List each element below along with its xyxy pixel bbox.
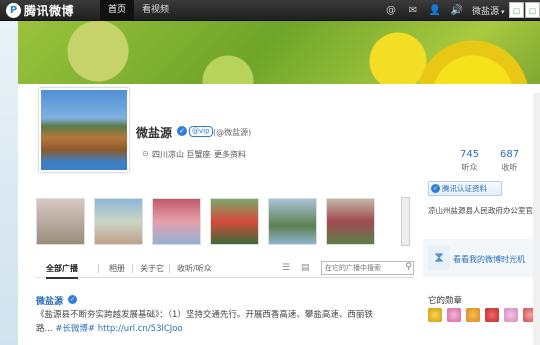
tab-all-broadcasts[interactable]: 全部广播 [46,263,78,279]
verified-icon: ✓ [431,184,440,193]
listeners-label: 听众 [461,163,478,172]
long-weibo-tag[interactable]: #长微博# [55,324,95,334]
tab-album[interactable]: 相册 [109,263,125,274]
tab-listen[interactable]: 收听/听众 [177,263,212,274]
tab-divider [169,264,170,273]
listeners-stat[interactable]: 745 听众 [460,149,479,173]
tab-divider [132,264,133,273]
side-tabs: ▢ ▢ [508,2,540,18]
photo-thumbnail[interactable] [94,198,143,245]
feed-search: ⚲ [321,261,414,275]
timeline-machine-link[interactable]: 看看我的微博时光机 [453,254,525,265]
post-text-prefix: 路... [36,324,53,334]
tab-divider [98,264,99,273]
certification-button[interactable]: ✓ 腾讯认证资料 [428,181,502,196]
tab-about[interactable]: 关于它 [140,263,164,274]
vip-badge[interactable]: @vip [189,126,213,137]
location-icon: ⊙ [142,149,149,158]
photo-thumbnail[interactable] [326,198,375,245]
photo-thumbnail[interactable] [210,198,259,245]
page-scrollbar[interactable] [533,93,540,345]
listening-stat[interactable]: 687 收听 [500,149,519,173]
list-view-icon[interactable]: ☰ [282,263,290,273]
profile-handle: (@微盐源) [213,128,252,137]
timeline-machine-box: ⧗ 看看我的微博时光机 [423,239,540,277]
post-text-line: 《盐源县不断夯实跨越发展基础》：（1）坚持交通先行。开展西香高速、攀盐高速、西丽… [36,310,373,320]
profile-location: 四川凉山 巨蟹座 [152,150,211,159]
medals-list [428,308,540,322]
collapse-icon[interactable]: ▢ [525,2,540,18]
mention-icon[interactable]: @ [380,0,402,21]
user-menu[interactable]: 微盐源 [472,4,505,17]
medal-icon[interactable] [447,308,461,322]
hourglass-icon: ⧗ [428,246,450,270]
right-sidebar: ✓ 腾讯认证资料 凉山州盐源县人民政府办公室官方 ⧗ 看看我的微博时光机 它的勋… [423,177,540,345]
feed-tabs: 全部广播 相册 关于它 收听/听众 ☰ ▤ ⚲ [36,259,414,279]
medals-title: 它的勋章 [428,296,463,306]
mail-icon[interactable]: ✉ [402,0,424,21]
photo-thumbnail[interactable] [152,198,201,245]
more-info-link[interactable]: 更多资料 [214,149,246,160]
search-icon[interactable]: ⚲ [405,262,412,272]
main-nav: 首页 看视频 [100,0,177,21]
photo-thumbnail[interactable] [36,198,85,245]
nav-home[interactable]: 首页 [100,0,135,21]
feed-search-input[interactable] [322,262,400,274]
sound-icon[interactable]: 🔊 [446,0,468,21]
medal-icon[interactable] [504,308,518,322]
medal-icon[interactable] [485,308,499,322]
listening-label: 收听 [501,163,518,172]
profile-name[interactable]: 微盐源 [136,124,172,141]
tencent-weibo-logo[interactable]: P 腾讯微博 [6,2,74,19]
brand-name: 腾讯微博 [24,4,75,18]
left-decorative-strip [0,21,18,345]
profile-header: 微盐源 ✓ @vip (@微盐源) ⊙ 四川凉山 巨蟹座 更多资料 745 听众… [18,84,540,176]
medal-icon[interactable] [466,308,480,322]
nav-video[interactable]: 看视频 [134,0,177,21]
post-author[interactable]: 微盐源 [36,294,63,307]
expand-icon[interactable]: ▢ [509,2,524,18]
photo-thumbnail[interactable] [268,198,317,245]
avatar[interactable] [39,88,129,172]
medal-icon[interactable] [428,308,442,322]
photo-strip [36,198,384,245]
photo-scrollbar[interactable] [401,197,410,246]
profile-area: 微盐源 ✓ @vip (@微盐源) ⊙ 四川凉山 巨蟹座 更多资料 745 听众… [18,84,540,345]
listeners-count: 745 [460,149,480,160]
logo-mark: P [6,3,21,18]
post-text: 《盐源县不断夯实跨越发展基础》：（1）坚持交通先行。开展西香高速、攀盐高速、西丽… [36,308,406,336]
certification-description: 凉山州盐源县人民政府办公室官方 [428,206,540,215]
grid-view-icon[interactable]: ▤ [301,263,310,273]
verified-icon: ✓ [177,126,187,136]
user-icon[interactable]: 👤 [424,0,446,21]
certification-label: 腾讯认证资料 [442,184,487,193]
post-text-line: 路... #长微博# http://url.cn/53lCJoo [36,322,406,336]
top-navigation-bar: P 腾讯微博 首页 看视频 @ ✉ 👤 🔊 微盐源 ▢ ▢ [0,0,540,21]
listening-count: 687 [500,149,520,160]
verified-icon: ✓ [68,295,77,304]
top-tools: @ ✉ 👤 🔊 微盐源 [380,0,505,21]
post-link[interactable]: http://url.cn/53lCJoo [98,324,183,334]
